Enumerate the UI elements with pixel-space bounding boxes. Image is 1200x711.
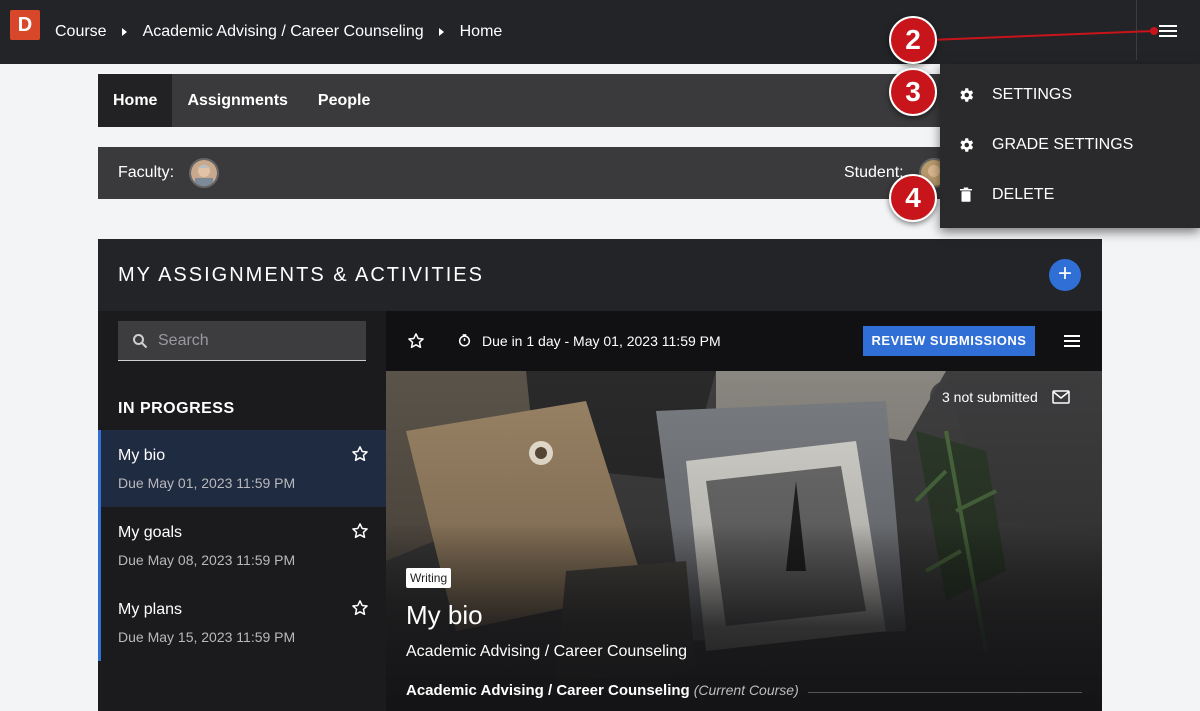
menu-icon[interactable] — [1064, 335, 1080, 347]
item-title: My plans — [118, 601, 183, 618]
assignments-panel: MY ASSIGNMENTS & ACTIVITIES + Search IN … — [98, 239, 1102, 711]
faculty-avatar[interactable] — [189, 158, 219, 188]
assignment-subtitle: Academic Advising / Career Counseling — [406, 643, 688, 660]
tab-home[interactable]: Home — [98, 74, 173, 127]
tab-assignments[interactable]: Assignments — [172, 74, 302, 127]
tab-people[interactable]: People — [303, 74, 385, 127]
star-icon[interactable] — [351, 522, 369, 540]
plus-icon: + — [1057, 260, 1072, 287]
divider — [808, 692, 1082, 693]
item-due: Due May 15, 2023 11:59 PM — [118, 629, 296, 645]
list-item[interactable]: My plans Due May 15, 2023 11:59 PM — [98, 584, 386, 661]
faculty-label: Faculty: — [118, 164, 175, 181]
menu-icon[interactable] — [1159, 25, 1177, 39]
due-text: Due in 1 day - May 01, 2023 11:59 PM — [482, 333, 721, 349]
step-marker: 4 — [889, 174, 937, 222]
course-name: Academic Advising / Career Counseling — [406, 682, 690, 699]
assignment-type-tag: Writing — [406, 568, 452, 588]
breadcrumb: Course Academic Advising / Career Counse… — [55, 0, 502, 64]
breadcrumb-course-name[interactable]: Academic Advising / Career Counseling — [143, 23, 424, 41]
not-submitted-badge[interactable]: 3 not submitted — [930, 381, 1082, 413]
star-icon[interactable] — [351, 599, 369, 617]
gear-icon — [960, 138, 974, 152]
gear-icon — [960, 88, 974, 102]
search-icon — [133, 334, 148, 349]
menu-item-label: GRADE SETTINGS — [992, 136, 1134, 153]
caret-right-icon — [121, 28, 127, 36]
review-submissions-button[interactable]: REVIEW SUBMISSIONS — [863, 326, 1035, 356]
menu-item-label: SETTINGS — [992, 86, 1073, 103]
list-item[interactable]: My goals Due May 08, 2023 11:59 PM — [98, 507, 386, 584]
menu-item-label: DELETE — [992, 186, 1055, 203]
not-submitted-text: 3 not submitted — [942, 389, 1038, 405]
app-logo[interactable]: D — [10, 10, 40, 40]
options-menu: SETTINGS GRADE SETTINGS DELETE — [940, 64, 1200, 228]
item-due: Due May 08, 2023 11:59 PM — [118, 552, 296, 568]
divider — [1136, 0, 1137, 60]
panel-title: MY ASSIGNMENTS & ACTIVITIES — [118, 264, 484, 286]
detail-toolbar: Due in 1 day - May 01, 2023 11:59 PM REV… — [386, 311, 1102, 371]
assignment-list-column: Search IN PROGRESS My bio Due May 01, 20… — [98, 311, 386, 711]
breadcrumb-home: Home — [459, 23, 503, 40]
search-input[interactable]: Search — [118, 321, 366, 361]
hero-image: 3 not submitted Writing My bio Academic … — [386, 371, 1102, 711]
menu-item-delete[interactable]: DELETE — [940, 170, 1200, 220]
menu-item-settings[interactable]: SETTINGS — [940, 70, 1200, 120]
add-button[interactable]: + — [1049, 259, 1081, 291]
star-icon[interactable] — [407, 332, 425, 350]
menu-item-grade-settings[interactable]: GRADE SETTINGS — [940, 120, 1200, 170]
item-title: My goals — [118, 524, 183, 541]
course-heading: Academic Advising / Career Counseling (Cu… — [406, 682, 799, 699]
item-due: Due May 01, 2023 11:59 PM — [118, 475, 296, 491]
step-marker: 3 — [889, 68, 937, 116]
trash-icon — [960, 187, 972, 202]
caret-right-icon — [438, 28, 444, 36]
top-bar: D Course Academic Advising / Career Coun… — [0, 0, 1200, 64]
assignment-title: My bio — [406, 600, 483, 630]
list-item[interactable]: My bio Due May 01, 2023 11:59 PM — [98, 430, 386, 507]
assignment-detail: Due in 1 day - May 01, 2023 11:59 PM REV… — [386, 311, 1102, 711]
search-placeholder: Search — [158, 332, 209, 349]
mail-icon — [1052, 390, 1070, 404]
breadcrumb-course[interactable]: Course — [55, 23, 107, 41]
section-heading: IN PROGRESS — [118, 400, 235, 417]
item-title: My bio — [118, 447, 166, 464]
clock-icon — [458, 334, 471, 347]
course-note: (Current Course) — [693, 682, 799, 698]
star-icon[interactable] — [351, 445, 369, 463]
step-marker: 2 — [889, 16, 937, 64]
